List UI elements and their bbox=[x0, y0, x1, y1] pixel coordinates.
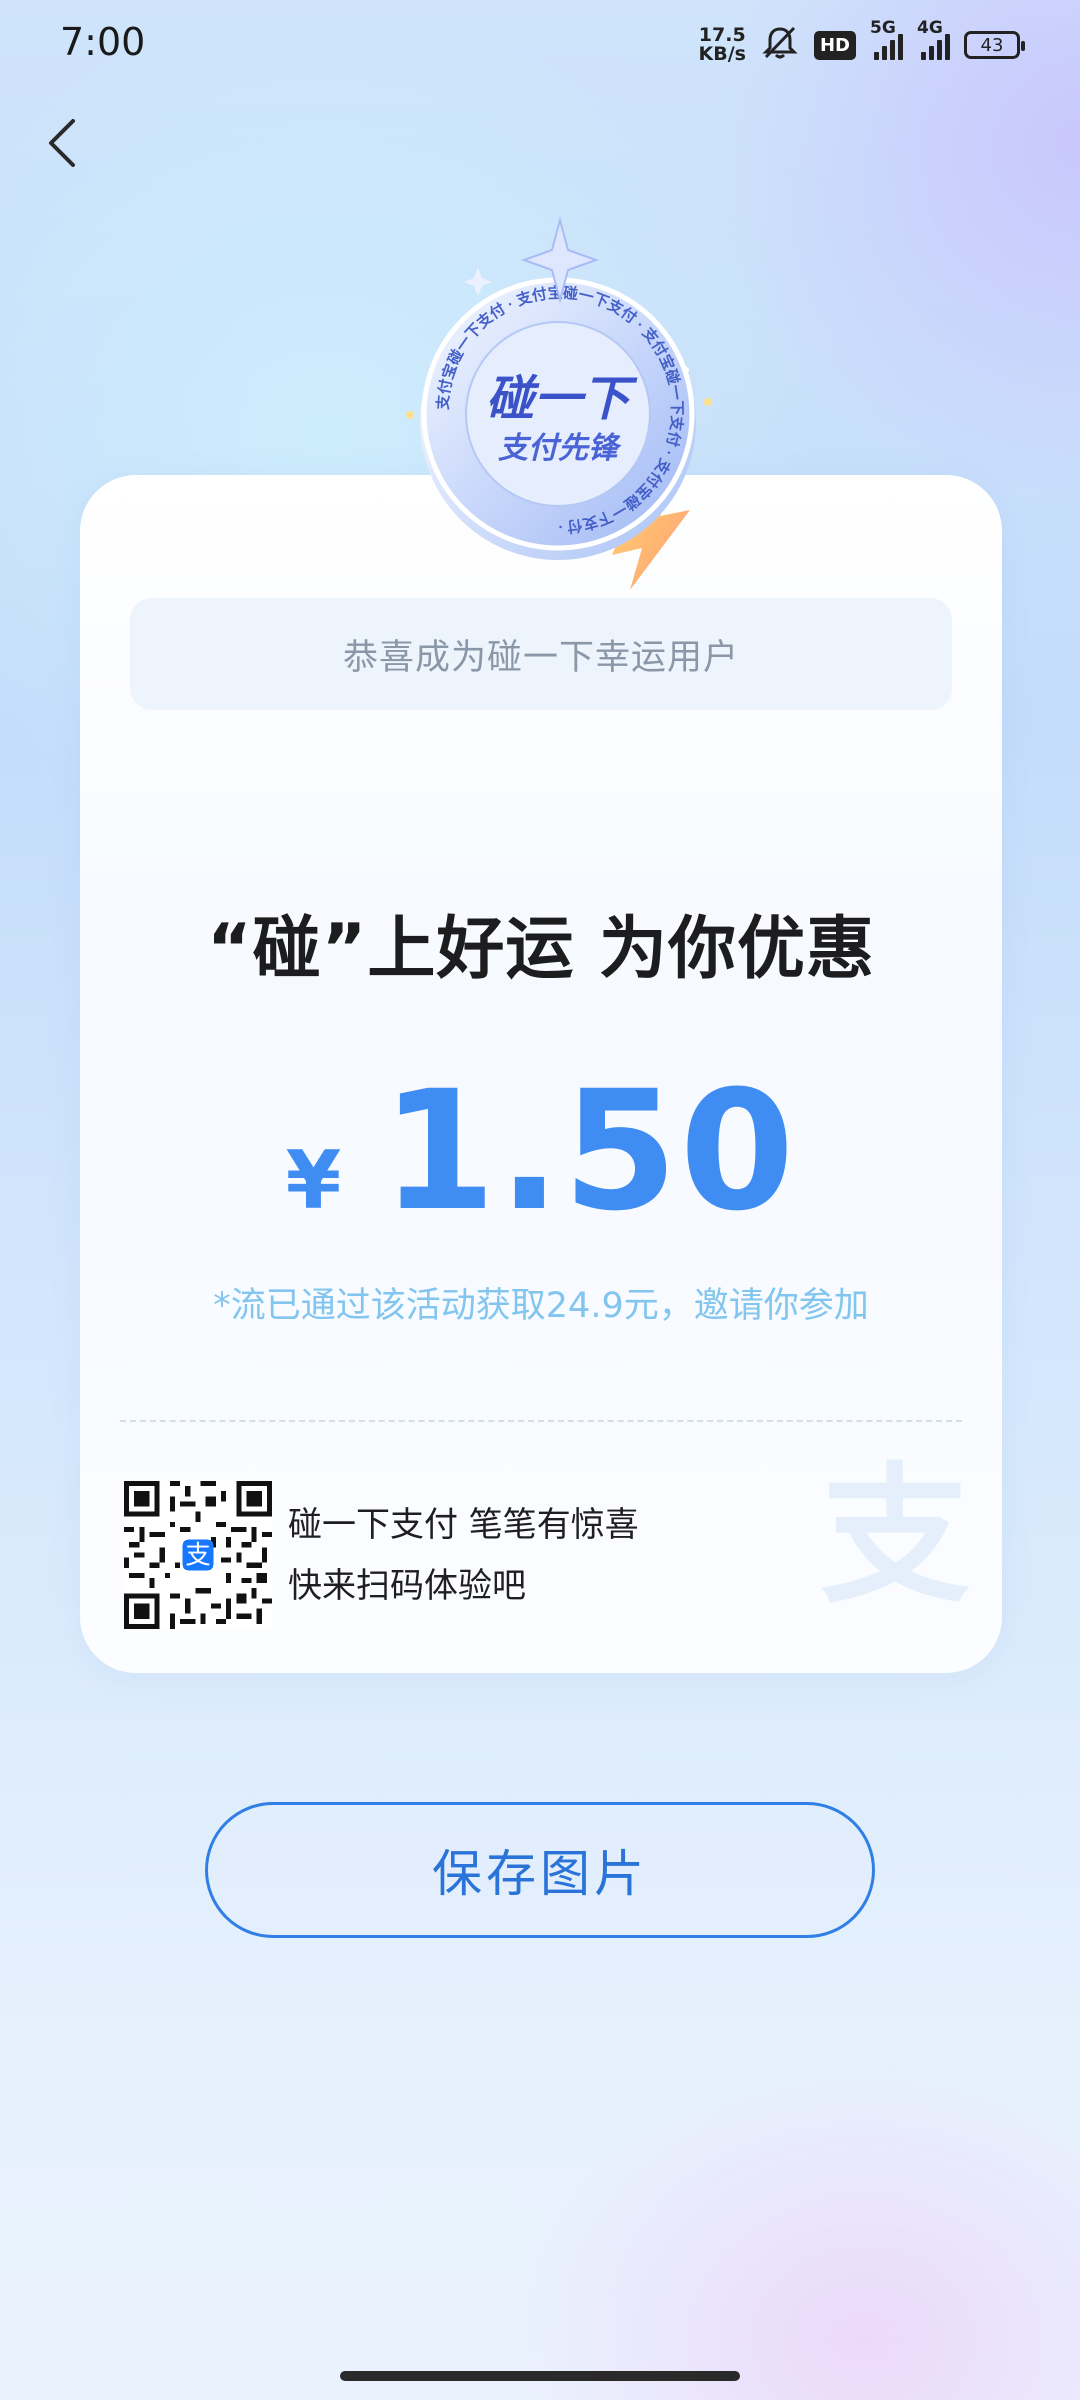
network-speed: 17.5 KB/s bbox=[699, 26, 746, 64]
signal-5g-icon: 5G bbox=[870, 18, 903, 60]
medal-badge-icon: 支付宝碰一下支付 · 支付宝碰一下支付 · 支付宝碰一下支付 · 支付宝碰一下支… bbox=[406, 216, 712, 590]
back-button[interactable] bbox=[28, 110, 98, 180]
status-icons: 17.5 KB/s HD 5G 4G 43 bbox=[699, 18, 1025, 68]
status-bar: 7:00 17.5 KB/s HD 5G 4G 43 bbox=[0, 0, 1080, 90]
hd-voice-badge: HD bbox=[813, 30, 856, 60]
bell-off-icon bbox=[760, 25, 800, 65]
battery-icon: 43 bbox=[964, 31, 1025, 59]
activity-note: *流已通过该活动获取24.9元，邀请你参加 bbox=[213, 1286, 869, 1326]
promo-text-line2: 快来扫码体验吧 bbox=[288, 1566, 526, 1606]
dashed-divider bbox=[120, 1420, 962, 1422]
qr-code: 支 bbox=[124, 1481, 272, 1629]
qr-center-logo: 支 bbox=[185, 1542, 211, 1570]
medal-title-line1: 碰一下 bbox=[486, 371, 638, 427]
lucky-user-banner: 恭喜成为碰一下幸运用户 bbox=[130, 598, 952, 710]
medal-title-line2: 支付先锋 bbox=[498, 431, 622, 466]
signal-5g-label: 5G bbox=[870, 18, 896, 38]
status-time: 7:00 bbox=[60, 20, 146, 64]
battery-level: 43 bbox=[980, 34, 1004, 56]
signal-4g-icon: 4G bbox=[917, 18, 950, 60]
watermark-char: 支 bbox=[820, 1450, 970, 1620]
currency-symbol: ¥ bbox=[285, 1134, 342, 1227]
chevron-left-icon bbox=[43, 113, 83, 177]
headline: “碰”上好运 为你优惠 bbox=[206, 910, 876, 989]
home-indicator[interactable] bbox=[340, 2371, 740, 2381]
signal-4g-label: 4G bbox=[917, 18, 943, 38]
amount-value: 1.50 bbox=[381, 1055, 797, 1247]
network-speed-unit: KB/s bbox=[698, 43, 746, 65]
discount-amount: ¥ 1.50 bbox=[80, 1055, 1002, 1247]
save-image-button[interactable]: 保存图片 bbox=[205, 1802, 875, 1938]
reward-card: 恭喜成为碰一下幸运用户 “碰”上好运 为你优惠 ¥ 1.50 *流已通过该活动获… bbox=[80, 475, 1002, 1673]
alipay-logo-icon: 支 bbox=[820, 1450, 970, 1620]
promo-text-line1: 碰一下支付 笔笔有惊喜 bbox=[288, 1505, 639, 1545]
